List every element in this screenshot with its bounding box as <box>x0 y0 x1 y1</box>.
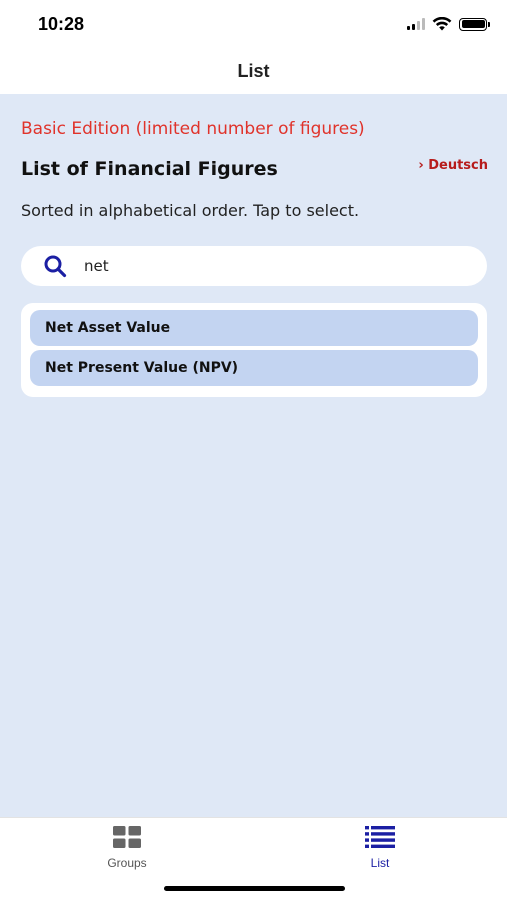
status-bar: 10:28 <box>0 0 507 52</box>
edition-note: Basic Edition (limited number of figures… <box>21 119 365 139</box>
page-title: List of Financial Figures <box>21 158 278 180</box>
instructions-text: Sorted in alphabetical order. Tap to sel… <box>21 201 360 220</box>
list-icon <box>330 824 430 850</box>
navigation-bar: List <box>0 52 507 94</box>
status-time: 10:28 <box>38 14 85 34</box>
results-list: Net Asset Value Net Present Value (NPV) <box>21 303 487 397</box>
search-input[interactable] <box>84 257 464 275</box>
home-indicator[interactable] <box>164 886 345 891</box>
tab-list[interactable]: List <box>330 824 430 870</box>
search-bar[interactable] <box>21 246 487 286</box>
tab-list-label: List <box>370 856 390 870</box>
list-item-net-asset-value[interactable]: Net Asset Value <box>30 310 478 346</box>
main-content: Basic Edition (limited number of figures… <box>0 94 507 817</box>
status-icons <box>407 17 490 31</box>
tab-groups[interactable]: Groups <box>77 824 177 870</box>
list-item-net-present-value[interactable]: Net Present Value (NPV) <box>30 350 478 386</box>
language-link-deutsch[interactable]: › Deutsch <box>418 158 488 173</box>
nav-title: List <box>237 61 270 81</box>
grid-icon <box>77 824 177 850</box>
tab-groups-label: Groups <box>107 856 147 870</box>
cellular-signal-icon <box>407 18 425 30</box>
battery-icon <box>459 17 490 31</box>
wifi-icon <box>432 17 452 31</box>
search-icon <box>43 253 69 279</box>
